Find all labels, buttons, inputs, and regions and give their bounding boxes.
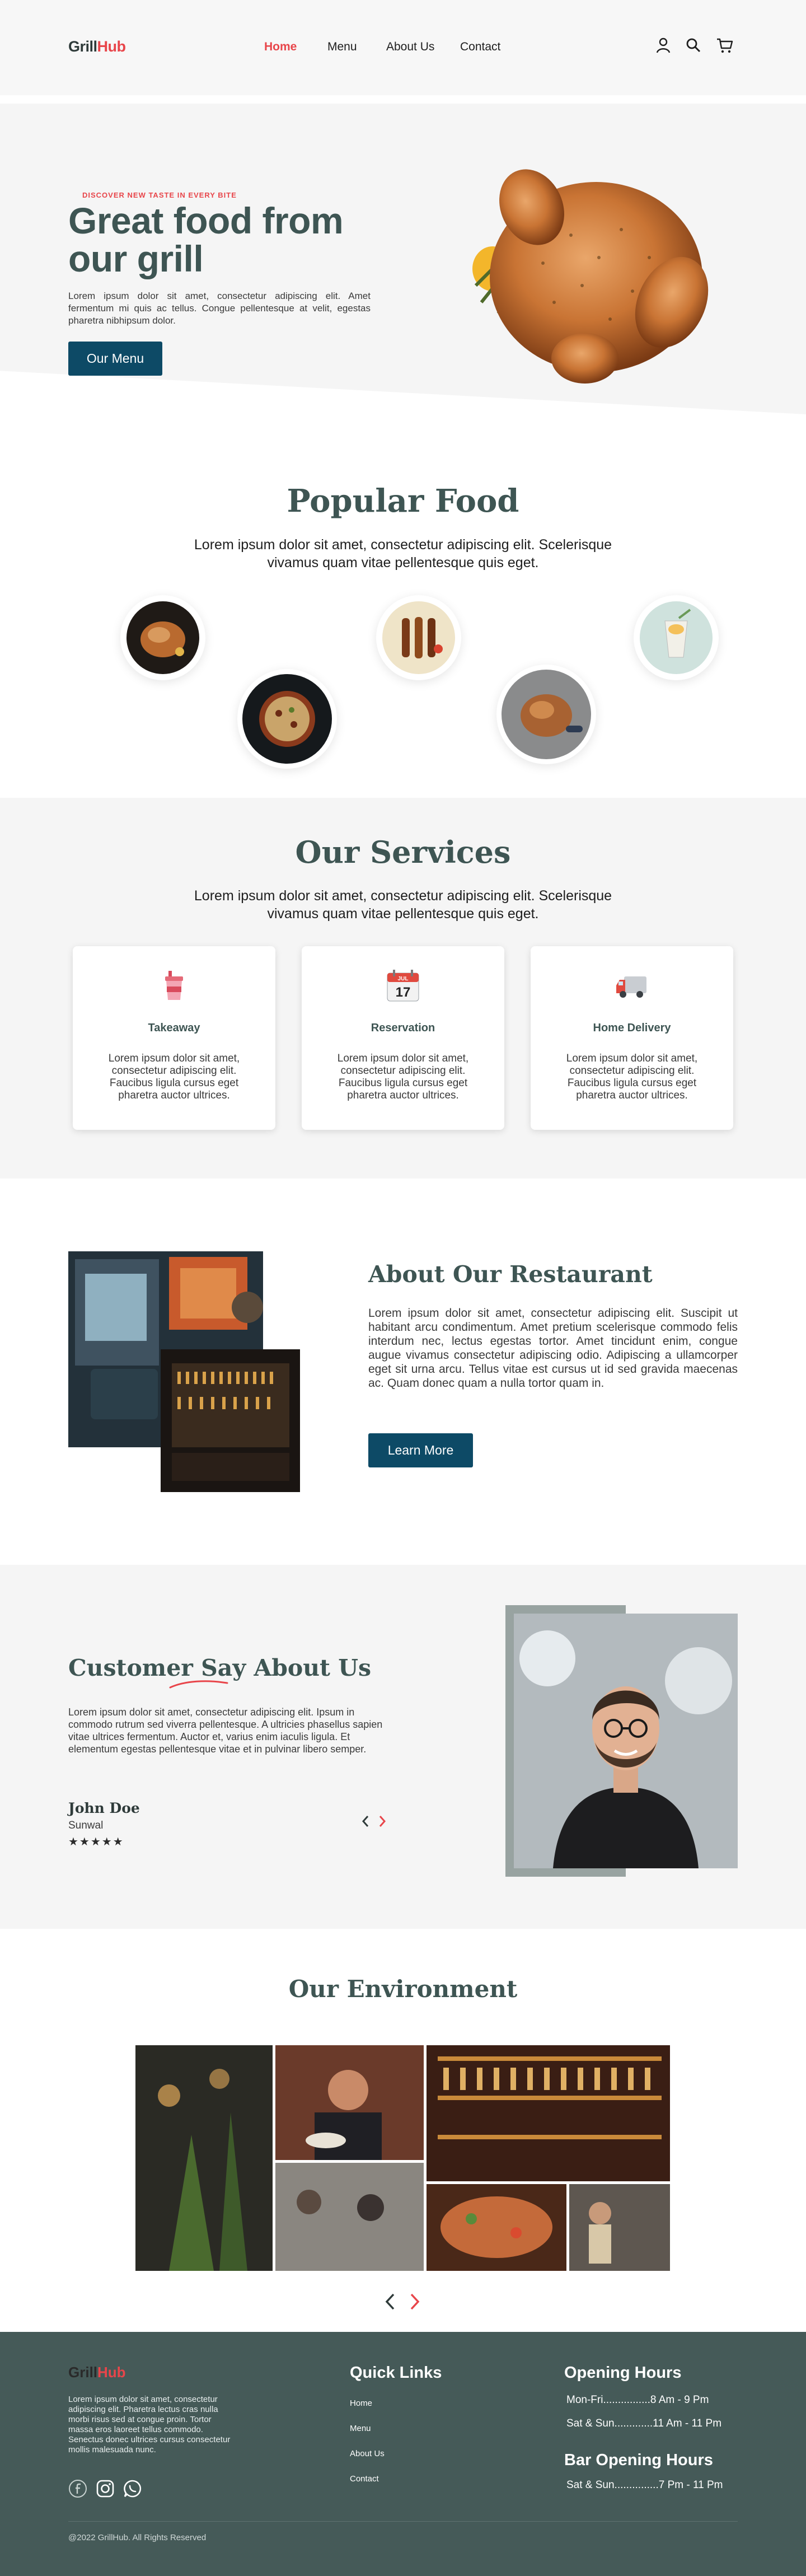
cart-icon[interactable] [715, 36, 734, 55]
hero-eyebrow: DISCOVER NEW TASTE IN EVERY BITE [82, 191, 237, 199]
food-item-grilled-chicken[interactable] [496, 665, 596, 764]
logo[interactable]: GrillHub [68, 38, 126, 55]
logo-part-hub: Hub [97, 38, 126, 55]
bar-opening-hours-weekend: Sat & Sun...............7 Pm - 11 Pm [566, 2479, 723, 2491]
takeaway-cup-icon [165, 971, 183, 1000]
learn-more-button[interactable]: Learn More [368, 1433, 473, 1467]
hero-title: Great food from our grill [68, 200, 344, 279]
calendar-day: 17 [396, 985, 411, 1000]
opening-hours-weekend: Sat & Sun.............11 Am - 11 Pm [566, 2418, 722, 2429]
gallery-prev-arrow-icon[interactable] [382, 2292, 398, 2311]
environment-title: Our Environment [288, 1975, 518, 2003]
about-text: Lorem ipsum dolor sit amet, consectetur … [368, 1307, 738, 1390]
user-icon[interactable] [654, 36, 673, 55]
copyright-text: @2022 GrillHub. All Rights Reserved [68, 2533, 207, 2542]
footer-link-about-us[interactable]: About Us [350, 2449, 385, 2458]
opening-hours-weekday: Mon-Fri................8 Am - 9 Pm [566, 2394, 709, 2406]
nav-about-us[interactable]: About Us [386, 40, 434, 54]
services-subtitle: Lorem ipsum dolor sit amet, consectetur … [194, 888, 612, 922]
food-item-pizza[interactable] [237, 669, 337, 769]
quick-links-title: Quick Links [350, 2364, 442, 2382]
testimonial-prev-arrow-icon[interactable] [360, 1814, 371, 1829]
nav-menu[interactable]: Menu [327, 40, 357, 54]
service-card-title: Home Delivery [593, 1022, 671, 1034]
footer-description: Lorem ipsum dolor sit amet, consectetur … [68, 2395, 231, 2455]
pizza-dish-image [242, 674, 332, 764]
footer-logo[interactable]: GrillHub [68, 2364, 126, 2381]
service-card-title: Reservation [371, 1022, 435, 1034]
food-item-roast-chicken[interactable] [120, 595, 205, 680]
service-card-text: Lorem ipsum dolor sit amet, consectetur … [108, 1053, 240, 1101]
grilled-chicken-dish-image [502, 670, 591, 759]
food-item-drink[interactable] [634, 595, 719, 680]
rating-stars: ★★★★★ [68, 1836, 124, 1848]
hero-text: Lorem ipsum dolor sit amet, consectetur … [68, 291, 371, 326]
customer-location: Sunwal [68, 1820, 104, 1831]
delivery-truck-icon [616, 976, 646, 998]
gallery-next-arrow-icon[interactable] [407, 2292, 423, 2311]
food-item-kebab[interactable] [376, 595, 461, 680]
nav-home[interactable]: Home [264, 40, 297, 54]
roast-chicken-image [472, 169, 709, 384]
testimonial-title: Customer Say About Us [68, 1654, 372, 1681]
testimonial-next-arrow-icon[interactable] [377, 1814, 388, 1829]
roast-chicken-dish-image [126, 601, 199, 674]
facebook-icon[interactable] [68, 2479, 87, 2498]
about-image-collage [68, 1251, 300, 1492]
service-card-title: Takeaway [148, 1022, 200, 1034]
whatsapp-icon[interactable] [123, 2479, 142, 2498]
footer-link-menu[interactable]: Menu [350, 2424, 371, 2433]
nav-contact[interactable]: Contact [460, 40, 500, 54]
logo-part-grill: Grill [68, 38, 97, 55]
our-menu-button[interactable]: Our Menu [68, 342, 162, 376]
service-card-text: Lorem ipsum dolor sit amet, consectetur … [337, 1053, 469, 1101]
kebab-dish-image [382, 601, 455, 674]
instagram-icon[interactable] [96, 2479, 115, 2498]
service-card-reservation[interactable]: JUL 17 Reservation Lorem ipsum dolor sit… [302, 946, 504, 1130]
title-underline-swash [169, 1680, 228, 1689]
service-card-takeaway[interactable]: Takeaway Lorem ipsum dolor sit amet, con… [73, 946, 275, 1130]
bar-opening-hours-title: Bar Opening Hours [564, 2451, 713, 2469]
footer-divider [68, 2521, 738, 2522]
customer-name: John Doe [68, 1800, 140, 1816]
search-icon[interactable] [684, 36, 703, 55]
testimonial-text: Lorem ipsum dolor sit amet, consectetur … [68, 1707, 383, 1755]
opening-hours-title: Opening Hours [564, 2364, 682, 2382]
services-title: Our Services [295, 834, 511, 870]
about-title: About Our Restaurant [368, 1261, 653, 1288]
footer-link-contact[interactable]: Contact [350, 2474, 379, 2484]
popular-food-subtitle: Lorem ipsum dolor sit amet, consectetur … [194, 537, 612, 571]
footer-logo-part-hub: Hub [97, 2364, 126, 2381]
service-card-text: Lorem ipsum dolor sit amet, consectetur … [566, 1053, 698, 1101]
footer-logo-part-grill: Grill [68, 2364, 98, 2381]
popular-food-title: Popular Food [287, 483, 519, 520]
calendar-icon: JUL 17 [387, 970, 419, 1002]
service-card-home-delivery[interactable]: Home Delivery Lorem ipsum dolor sit amet… [531, 946, 733, 1130]
customer-photo [514, 1614, 738, 1868]
footer-link-home[interactable]: Home [350, 2399, 372, 2408]
calendar-month: JUL [398, 976, 409, 982]
drink-image [640, 601, 713, 674]
environment-photo-gallery [135, 2045, 670, 2271]
